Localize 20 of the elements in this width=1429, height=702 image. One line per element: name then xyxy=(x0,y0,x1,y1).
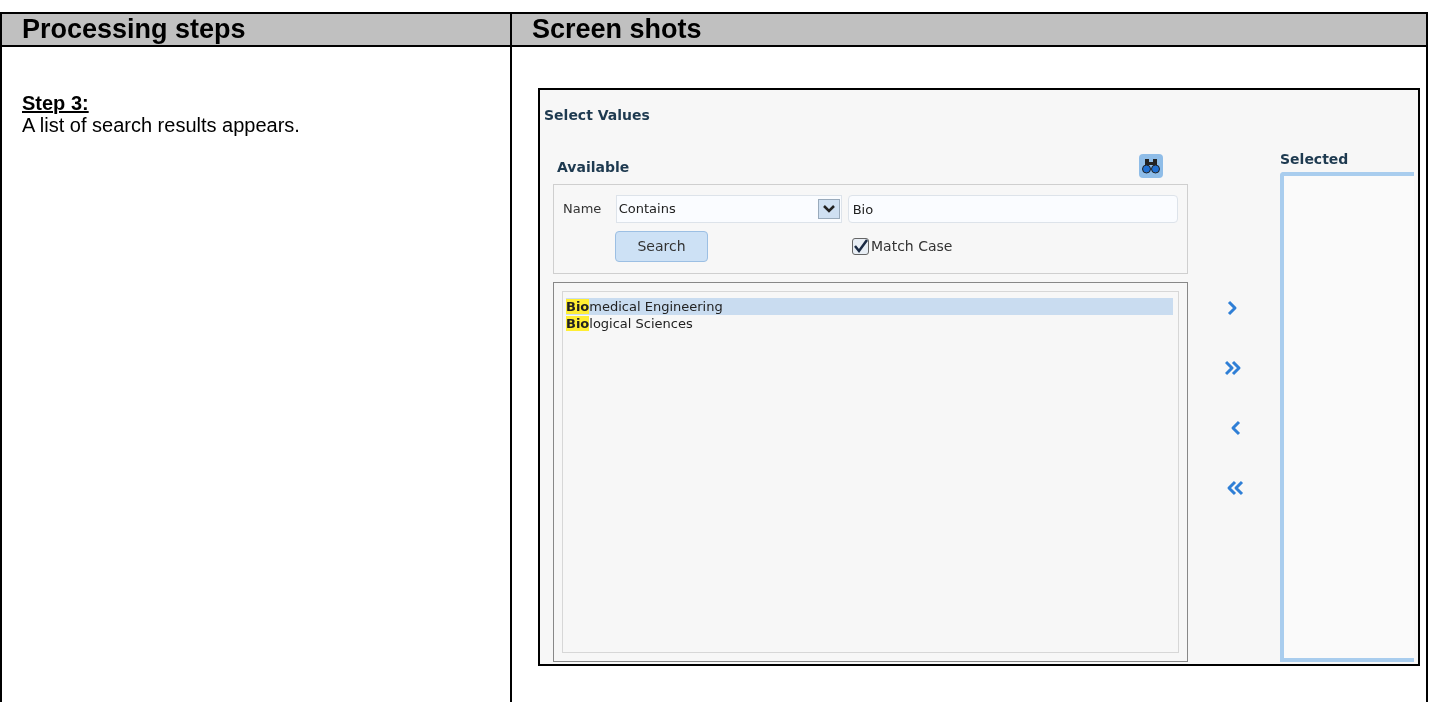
column-header: Processing steps xyxy=(22,16,246,43)
operator-dropdown[interactable]: Contains xyxy=(615,195,842,223)
step-description: A list of search results appears. xyxy=(22,114,300,136)
result-item[interactable]: Biological Sciences xyxy=(566,315,1173,332)
search-button[interactable]: Search xyxy=(615,231,708,262)
double-chevron-left-icon[interactable] xyxy=(1225,479,1245,497)
checkmark-icon xyxy=(853,239,868,254)
search-button[interactable] xyxy=(1139,154,1163,178)
match-case-checkbox[interactable] xyxy=(852,238,869,255)
result-item[interactable]: Biomedical Engineering xyxy=(566,298,1173,315)
search-input[interactable]: Bio xyxy=(847,195,1178,223)
dialog-title: Select Values xyxy=(544,106,650,125)
name-label: Name xyxy=(563,200,603,219)
column-header: Screen shots xyxy=(532,16,702,43)
match-case-label: Match Case xyxy=(871,237,953,256)
step-title: Step 3: xyxy=(22,92,89,114)
binoculars-icon xyxy=(1142,158,1160,174)
selected-label: Selected xyxy=(1280,150,1349,169)
available-label: Available xyxy=(557,158,630,177)
dropdown-caret-icon xyxy=(817,199,840,219)
